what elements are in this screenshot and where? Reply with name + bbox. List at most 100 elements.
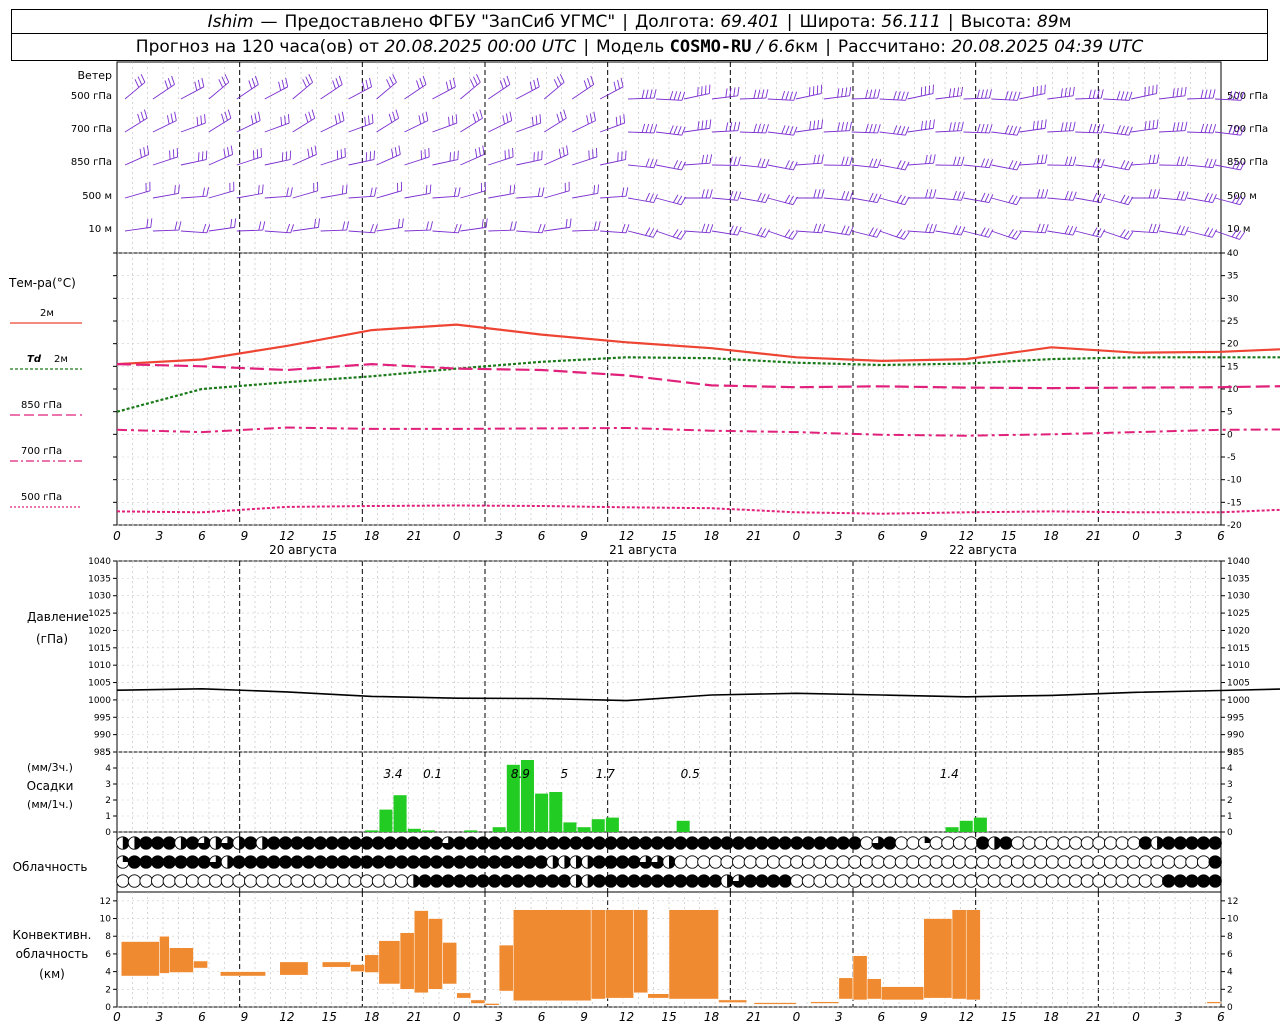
x-tick-label: 15: [322, 1010, 337, 1024]
wind-barb-feather: [503, 78, 507, 87]
wind-barb: [627, 227, 659, 238]
wind-barb-feather: [565, 218, 568, 228]
cloud-fill: [604, 874, 618, 888]
cloud-fill: [453, 836, 467, 850]
wind-barb-feather: [533, 79, 537, 89]
wind-barb: [180, 114, 206, 133]
convective-bar: [220, 971, 266, 977]
wind-barb-feather: [171, 75, 175, 85]
wind-barb-feather: [709, 224, 714, 233]
wind-barb: [1019, 154, 1048, 166]
cloud-fill: [174, 855, 188, 869]
y-tick-label: 1025: [88, 609, 111, 619]
cloud-symbol: [290, 836, 304, 850]
wind-barb-feather: [1064, 122, 1068, 132]
cloud-fill: [616, 855, 629, 869]
wind-barb: [516, 150, 543, 166]
x-tick-label: 0: [793, 1010, 801, 1024]
cloud-symbol: [1208, 836, 1222, 850]
cloud-symbol: [732, 874, 746, 888]
wind-barb: [991, 125, 1022, 136]
wind-barb-feather: [845, 191, 850, 201]
cloud-circle: [883, 855, 897, 869]
wind-barb-feather: [1036, 223, 1041, 233]
wind-barb-feather: [933, 189, 937, 199]
wind-barb: [1103, 160, 1134, 171]
x-tick-label: 12: [959, 1010, 974, 1024]
cloud-circle: [790, 874, 804, 888]
wind-barb-feather: [559, 73, 565, 83]
cloud-symbol: [1069, 855, 1083, 869]
wind-barb-feather: [1148, 120, 1151, 130]
x-tick-label: 15: [1001, 1010, 1016, 1024]
wind-barb-feather: [305, 76, 310, 86]
cloud-symbol: [232, 836, 246, 850]
cloud-symbol: [627, 874, 641, 888]
cloud-symbol: [267, 874, 281, 888]
wind-barb: [767, 160, 798, 171]
wind-barb-feather: [737, 86, 740, 96]
wind-barb-feather: [981, 89, 984, 99]
cloud-symbol: [952, 836, 967, 850]
precip-bars: 3.4 0.1 8.9 5 1.7 0.5 1.4: [365, 760, 987, 832]
cloud-fill: [256, 855, 269, 869]
cloud-symbol: [395, 855, 409, 869]
y-tick-label: 4: [1227, 968, 1233, 978]
wind-barb: [320, 111, 345, 133]
wind-barb-feather: [896, 229, 903, 238]
precip-bar: [492, 827, 506, 832]
cloud-circle: [1045, 874, 1060, 888]
cloud-fill: [755, 874, 769, 888]
wind-barb-feather: [416, 80, 420, 90]
cloud-symbol: [1057, 855, 1071, 869]
wind-barb-feather: [872, 228, 878, 237]
x-tick-label: 15: [661, 1010, 676, 1024]
cloud-fill: [163, 836, 176, 850]
y-tick-label: 1030: [1227, 592, 1250, 602]
cloud-circle: [1010, 836, 1025, 850]
cloud-symbol: [476, 855, 490, 869]
wind-barb-feather: [849, 86, 852, 96]
wind-barb-feather: [784, 194, 791, 203]
cloud-symbol: [639, 855, 653, 869]
wind-barb-feather: [506, 75, 511, 85]
wind-barb-feather: [230, 218, 233, 228]
wind-barb-feather: [949, 122, 952, 132]
wind-barb: [571, 75, 595, 100]
wind-barb-feather: [900, 195, 906, 204]
cloud-circle: [220, 874, 235, 888]
wind-barb-feather: [476, 73, 481, 83]
cloud-circle: [732, 855, 746, 869]
wind-barb-feather: [1127, 231, 1134, 240]
wind-barb-feather: [709, 189, 713, 199]
cloud-symbol: [278, 855, 293, 869]
wind-barb-feather: [206, 224, 211, 233]
wind-barb: [432, 223, 462, 234]
wind-barb-feather: [308, 73, 314, 83]
wind-barb-feather: [1176, 87, 1179, 97]
wind-barb-feather: [1156, 119, 1159, 129]
cloud-fill: [151, 836, 164, 850]
wind-barb: [124, 109, 148, 133]
cloud-symbol: [429, 836, 444, 850]
pressure-line: [116, 687, 1280, 702]
cloud-fill: [651, 874, 664, 888]
cloud-symbol: [371, 836, 386, 850]
wind-barb: [488, 111, 513, 133]
wind-barb: [739, 123, 769, 134]
wind-barb-feather: [873, 158, 878, 168]
cloud-symbol: [859, 836, 874, 850]
cloud-symbol: [604, 874, 618, 888]
wind-barb-feather: [453, 223, 458, 233]
cloud-symbol: [348, 874, 362, 888]
wind-barb-feather: [227, 109, 232, 119]
cloud-symbol: [906, 855, 920, 869]
precip-total-label: 1.4: [940, 767, 959, 781]
wind-barb: [320, 221, 350, 232]
wind-barb-feather: [258, 111, 261, 121]
cloud-symbol: [453, 855, 467, 869]
wind-barb-feather: [1004, 91, 1009, 100]
cloud-symbol: [116, 855, 130, 869]
cloud-circle: [1115, 855, 1129, 869]
cloud-circle: [1150, 874, 1164, 888]
